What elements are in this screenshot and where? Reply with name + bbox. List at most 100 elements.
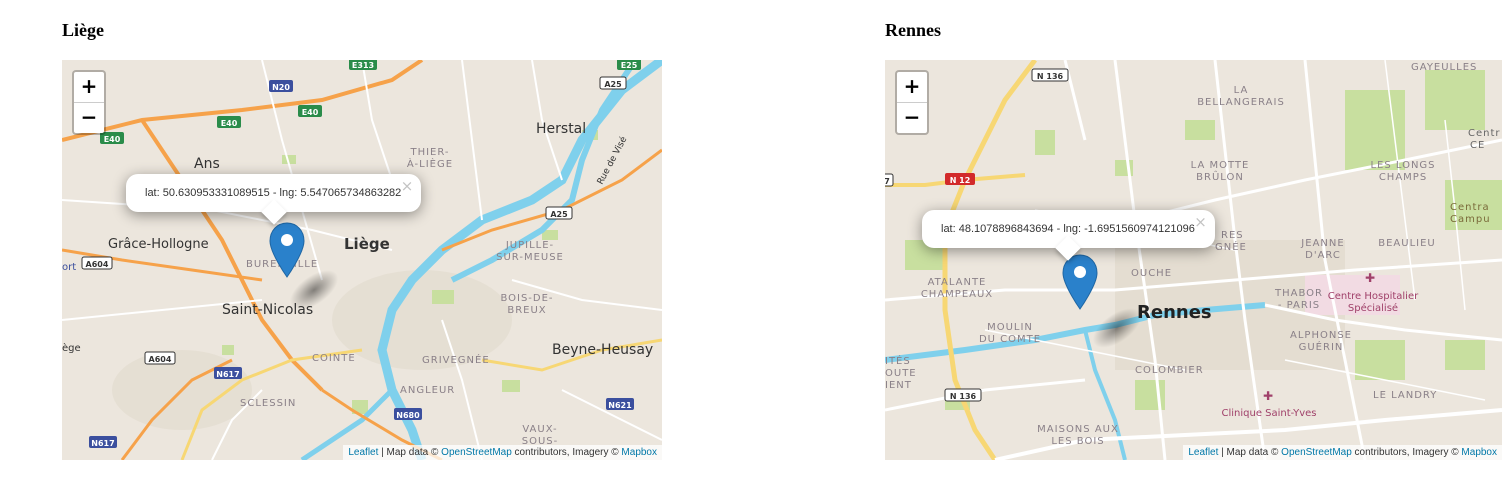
hospital-icon: ✚ xyxy=(1365,271,1375,285)
label-centre-hospitalier: Spécialisé xyxy=(1348,302,1398,314)
label-bois-de-breux: BREUX xyxy=(507,305,546,316)
label-centre-hospitalier: Centre Hospitalier xyxy=(1328,291,1419,302)
label-jupille: SUR-MEUSE xyxy=(496,252,564,263)
label-la-motte-brulon: BRÛLON xyxy=(1196,170,1244,183)
label-thabor: - PARIS xyxy=(1278,300,1320,311)
popup-coordinates: lat: 48.1078896843694 - lng: -1.69515609… xyxy=(941,223,1195,235)
shield-n617: N617 xyxy=(91,439,114,448)
label-ans: Ans xyxy=(194,156,220,172)
label-alphonse-guerin: ALPHONSE xyxy=(1290,330,1352,341)
label-grivegnee: GRIVEGNÉE xyxy=(422,353,490,366)
attribution-text: | Map data © xyxy=(1218,447,1282,458)
label-le-landry: LE LANDRY xyxy=(1373,390,1437,401)
map-rennes[interactable]: N 136 N 12 N 136 7 GAYEULLES LA BELLANGE… xyxy=(885,60,1502,460)
label-centre: Centr xyxy=(1468,128,1501,139)
label-clinique-saint-yves: Clinique Saint-Yves xyxy=(1222,408,1317,419)
leaflet-link[interactable]: Leaflet xyxy=(348,447,378,458)
label-atalante: CHAMPEAUX xyxy=(921,289,993,300)
label-rennes: Rennes xyxy=(1137,302,1212,323)
label-res: RES xyxy=(1221,230,1244,241)
map-attribution: Leaflet | Map data © OpenStreetMap contr… xyxy=(343,445,662,460)
label-grace-hollogne: Grâce-Hollogne xyxy=(108,237,209,252)
label-fragment: IENT xyxy=(885,380,912,391)
label-fragment: ège xyxy=(62,342,81,354)
map-liege[interactable]: E313 E25 N20 A25 E40 E40 E40 A25 A604 A6… xyxy=(62,60,662,460)
label-herstal: Herstal xyxy=(536,121,586,137)
leaflet-link[interactable]: Leaflet xyxy=(1188,447,1218,458)
label-jupille: JUPILLE- xyxy=(505,240,554,251)
osm-link[interactable]: OpenStreetMap xyxy=(1281,447,1352,458)
popup-close-button[interactable]: × xyxy=(401,177,414,195)
marker-popup: × lat: 48.1078896843694 - lng: -1.695156… xyxy=(922,210,1215,261)
zoom-out-button[interactable]: − xyxy=(74,103,104,133)
marker-popup: × lat: 50.630953331089515 - lng: 5.54706… xyxy=(126,174,422,225)
shield-a604: A604 xyxy=(149,355,172,364)
label-fragment: ort xyxy=(62,262,76,273)
label-beaulieu: BEAULIEU xyxy=(1378,238,1436,249)
shield-e40: E40 xyxy=(104,135,121,144)
label-fragment: OUTE xyxy=(885,368,917,379)
map-marker-icon[interactable] xyxy=(268,222,306,278)
label-thier: THIER- xyxy=(409,147,449,158)
shield-n12: N 12 xyxy=(950,176,971,185)
shield-n680: N680 xyxy=(396,411,420,420)
label-moulin-du-comte: DU COMTE xyxy=(979,334,1041,345)
popup-coordinates: lat: 50.630953331089515 - lng: 5.5470657… xyxy=(145,187,402,199)
shield-n20: N20 xyxy=(272,83,290,92)
shield-e40: E40 xyxy=(302,108,319,117)
map-tiles: N 136 N 12 N 136 7 GAYEULLES LA BELLANGE… xyxy=(885,60,1502,460)
label-moulin-du-comte: MOULIN xyxy=(987,322,1033,333)
label-jeanne-darc: D'ARC xyxy=(1305,250,1341,261)
label-sclessin: SCLESSIN xyxy=(240,398,296,409)
label-campus: Centra xyxy=(1450,202,1490,213)
shield-e40: E40 xyxy=(221,119,238,128)
label-gnee: GNÉE xyxy=(1215,240,1247,253)
label-jeanne-darc: JEANNE xyxy=(1300,238,1344,249)
shield-a25: A25 xyxy=(604,80,622,89)
map-tiles: E313 E25 N20 A25 E40 E40 E40 A25 A604 A6… xyxy=(62,60,662,460)
mapbox-link[interactable]: Mapbox xyxy=(1461,447,1497,458)
zoom-control: + − xyxy=(895,70,929,135)
map-marker-icon[interactable] xyxy=(1061,254,1099,310)
attribution-text: contributors, Imagery © xyxy=(511,447,622,458)
label-fragment: ITÉS xyxy=(885,354,911,367)
zoom-in-button[interactable]: + xyxy=(897,72,927,103)
label-liege: Liège xyxy=(344,235,390,253)
shield-n7: 7 xyxy=(885,177,890,186)
label-colombier: COLOMBIER xyxy=(1135,365,1204,376)
label-alphonse-guerin: GUÉRIN xyxy=(1299,340,1344,353)
map-attribution: Leaflet | Map data © OpenStreetMap contr… xyxy=(1183,445,1502,460)
map-title: Rennes xyxy=(885,20,942,40)
shield-e313: E313 xyxy=(352,61,374,70)
shield-a604: A604 xyxy=(86,260,109,269)
zoom-out-button[interactable]: − xyxy=(897,103,927,133)
label-vaux: VAUX- xyxy=(522,424,557,435)
map-title: Liège xyxy=(62,20,104,40)
label-campus: Campu xyxy=(1450,214,1491,225)
popup-close-button[interactable]: × xyxy=(1194,213,1207,231)
label-thier: À-LIÈGE xyxy=(407,157,453,170)
hospital-icon: ✚ xyxy=(1263,389,1273,403)
label-angleur: ANGLEUR xyxy=(400,385,455,396)
label-thabor: THABOR xyxy=(1274,288,1323,299)
label-cointe: COINTE xyxy=(312,353,356,364)
shield-e25: E25 xyxy=(621,61,638,70)
label-bois-de-breux: BOIS-DE- xyxy=(500,293,553,304)
label-les-longs-champs: LES LONGS xyxy=(1370,160,1435,171)
attribution-text: | Map data © xyxy=(378,447,442,458)
mapbox-link[interactable]: Mapbox xyxy=(621,447,657,458)
shield-a25: A25 xyxy=(550,210,568,219)
label-maisons-aux-bois: LES BOIS xyxy=(1051,436,1104,447)
attribution-text: contributors, Imagery © xyxy=(1351,447,1462,458)
shield-n136: N 136 xyxy=(950,392,977,401)
label-les-longs-champs: CHAMPS xyxy=(1379,172,1427,183)
zoom-control: + − xyxy=(72,70,106,135)
label-bellangerais: BELLANGERAIS xyxy=(1197,97,1285,108)
label-gayeulles: GAYEULLES xyxy=(1411,62,1477,73)
label-ouche: OUCHE xyxy=(1131,268,1172,279)
label-maisons-aux-bois: MAISONS AUX xyxy=(1037,424,1119,435)
osm-link[interactable]: OpenStreetMap xyxy=(441,447,512,458)
zoom-in-button[interactable]: + xyxy=(74,72,104,103)
label-la-motte-brulon: LA MOTTE xyxy=(1191,160,1250,171)
shield-n621: N621 xyxy=(608,401,632,410)
